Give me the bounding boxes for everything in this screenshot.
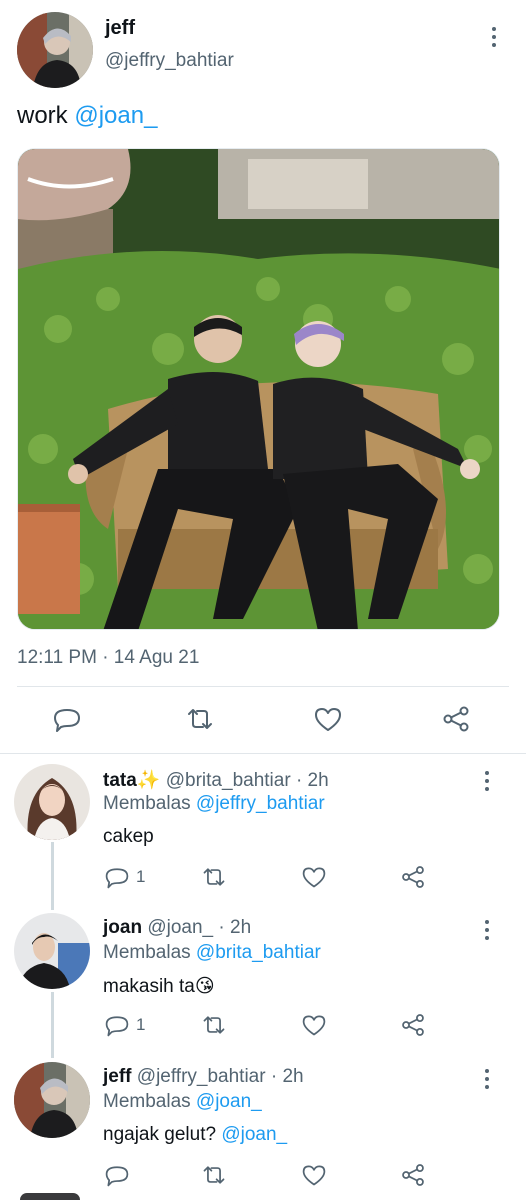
replying-to-link[interactable]: @jeffry_bahtiar — [196, 793, 325, 814]
share-icon — [402, 866, 424, 888]
sparkles-icon: ✨ — [136, 770, 161, 791]
thread-line — [51, 992, 54, 1058]
replying-to-label: Membalas — [103, 793, 196, 814]
replying-to-label: Membalas — [103, 1091, 196, 1112]
more-options-icon[interactable] — [477, 1066, 497, 1092]
reply-text-body: ngajak gelut? — [103, 1124, 222, 1145]
like-icon — [302, 1165, 326, 1186]
reply-author-name[interactable]: tata — [103, 770, 137, 791]
share-button[interactable] — [400, 864, 426, 895]
like-button[interactable] — [301, 1162, 327, 1193]
tweet-text-body: work — [17, 102, 75, 129]
tweet-timestamp[interactable]: 12:11 PM · 14 Agu 21 — [17, 647, 199, 669]
reply-mention-link[interactable]: @joan_ — [221, 1124, 287, 1145]
replying-to-label: Membalas — [103, 942, 196, 963]
thread-line — [51, 842, 54, 910]
replying-to: Membalas @brita_bahtiar — [103, 942, 321, 964]
reply-icon — [105, 1016, 129, 1037]
divider — [0, 753, 526, 754]
kiss-emoji: 😘 — [194, 976, 215, 997]
more-options-icon[interactable] — [477, 917, 497, 943]
reply-avatar[interactable] — [14, 913, 90, 989]
reply-count: 1 — [136, 867, 146, 886]
reply-time: · 2h — [218, 917, 252, 938]
share-icon — [402, 1164, 424, 1186]
like-button[interactable] — [313, 704, 343, 739]
reply-text-body: makasih ta — [103, 976, 195, 997]
retweet-button[interactable] — [185, 704, 215, 739]
reply-button[interactable]: 1 — [104, 1012, 145, 1038]
reply-author[interactable]: joan @joan_ · 2h — [103, 917, 251, 939]
reply-author-handle[interactable]: @joan_ — [147, 917, 213, 938]
next-reply-avatar[interactable] — [20, 1193, 80, 1200]
reply-button[interactable] — [104, 1162, 130, 1193]
tweet-mention-link[interactable]: @joan_ — [74, 102, 157, 129]
like-icon — [302, 1015, 326, 1036]
more-options-icon[interactable] — [484, 24, 504, 50]
reply-author-handle[interactable]: @brita_bahtiar — [166, 770, 291, 791]
tweet-text: work @joan_ — [17, 102, 157, 130]
reply-text: ngajak gelut? @joan_ — [103, 1124, 287, 1146]
reply-author-name[interactable]: jeff — [103, 1066, 132, 1087]
retweet-button[interactable] — [201, 864, 227, 895]
reply-button[interactable]: 1 — [104, 864, 145, 890]
author-handle[interactable]: @jeffry_bahtiar — [105, 50, 234, 72]
retweet-icon — [203, 1166, 225, 1184]
like-icon — [315, 708, 341, 731]
reply-text: cakep — [103, 826, 154, 847]
like-icon — [302, 867, 326, 888]
author-avatar[interactable] — [17, 12, 93, 88]
more-options-icon[interactable] — [477, 768, 497, 794]
divider — [17, 686, 509, 687]
reply-author[interactable]: tata✨ @brita_bahtiar · 2h — [103, 768, 329, 792]
share-icon — [443, 706, 469, 732]
reply-icon — [54, 709, 80, 732]
retweet-icon — [188, 709, 212, 729]
reply-time: · 2h — [270, 1066, 304, 1087]
replying-to-link[interactable]: @joan_ — [196, 1091, 262, 1112]
like-button[interactable] — [301, 864, 327, 895]
retweet-button[interactable] — [201, 1012, 227, 1043]
replying-to: Membalas @jeffry_bahtiar — [103, 793, 325, 815]
replying-to: Membalas @joan_ — [103, 1091, 262, 1113]
reply-time: · 2h — [295, 770, 329, 791]
reply-button[interactable] — [52, 704, 82, 739]
tweet-photo[interactable] — [17, 148, 500, 630]
like-button[interactable] — [301, 1012, 327, 1043]
author-name[interactable]: jeff — [105, 17, 135, 40]
retweet-icon — [203, 868, 225, 886]
reply-count: 1 — [136, 1015, 146, 1034]
reply-icon — [105, 1166, 129, 1187]
share-button[interactable] — [400, 1012, 426, 1043]
reply-text: makasih ta😘 — [103, 975, 215, 998]
reply-icon — [105, 868, 129, 889]
reply-author[interactable]: jeff @jeffry_bahtiar · 2h — [103, 1066, 304, 1088]
retweet-icon — [203, 1016, 225, 1034]
reply-avatar[interactable] — [14, 764, 90, 840]
reply-author-name[interactable]: joan — [103, 917, 142, 938]
share-icon — [402, 1014, 424, 1036]
share-button[interactable] — [400, 1162, 426, 1193]
retweet-button[interactable] — [201, 1162, 227, 1193]
reply-author-handle[interactable]: @jeffry_bahtiar — [137, 1066, 266, 1087]
replying-to-link[interactable]: @brita_bahtiar — [196, 942, 321, 963]
reply-avatar[interactable] — [14, 1062, 90, 1138]
share-button[interactable] — [441, 704, 471, 739]
